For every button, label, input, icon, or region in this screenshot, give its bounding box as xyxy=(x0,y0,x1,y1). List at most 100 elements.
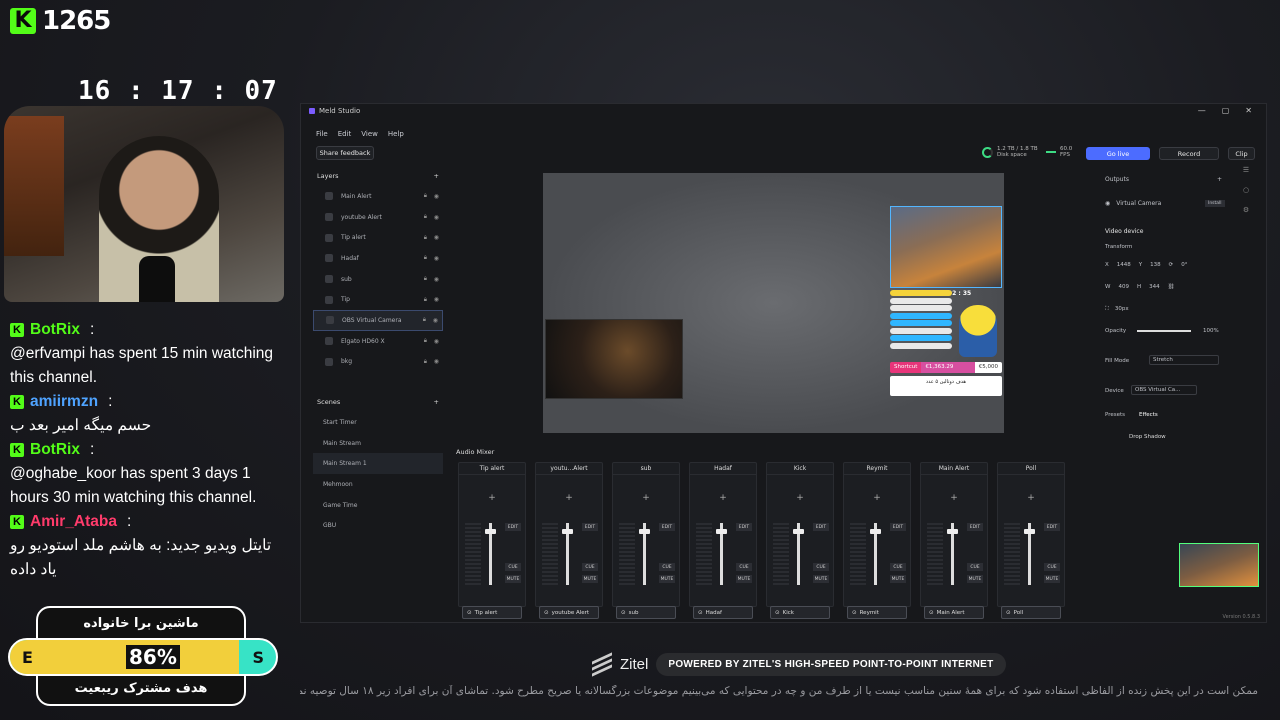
channel-name-dropdown[interactable]: Tip alert xyxy=(459,463,525,475)
lock-icon[interactable]: 🔒︎ xyxy=(424,337,427,345)
menu-view[interactable]: View xyxy=(361,130,378,138)
drop-shadow-effect[interactable]: Drop Shadow xyxy=(1129,434,1166,440)
cue-button[interactable]: CUE xyxy=(505,563,521,571)
cue-button[interactable]: CUE xyxy=(813,563,829,571)
cue-button[interactable]: CUE xyxy=(582,563,598,571)
add-filter-icon[interactable]: + xyxy=(690,493,756,503)
add-output-icon[interactable]: + xyxy=(1217,176,1222,183)
channel-source-button[interactable]: ⊙ Hadaf xyxy=(693,606,753,619)
channel-name-dropdown[interactable]: Poll xyxy=(998,463,1064,475)
mute-button[interactable]: MUTE xyxy=(582,575,598,583)
tab-presets[interactable]: Presets xyxy=(1105,412,1125,418)
game-capture-source[interactable] xyxy=(545,319,683,399)
mute-button[interactable]: MUTE xyxy=(890,575,906,583)
visibility-icon[interactable]: ◉ xyxy=(434,255,439,262)
channel-name-dropdown[interactable]: youtu...Alert xyxy=(536,463,602,475)
width-field[interactable]: 409 xyxy=(1118,284,1129,290)
volume-slider-handle[interactable] xyxy=(562,529,573,534)
mute-button[interactable]: MUTE xyxy=(1044,575,1060,583)
rotation-field[interactable]: 0° xyxy=(1181,262,1187,268)
visibility-icon[interactable]: ◉ xyxy=(434,214,439,221)
opacity-slider[interactable] xyxy=(1137,330,1191,332)
preview-canvas[interactable]: 25 : 02 : 35 Shortcut €1,363.29 €5,000 ه… xyxy=(543,173,1004,433)
scene-row[interactable]: Game Time xyxy=(313,495,443,516)
cue-button[interactable]: CUE xyxy=(967,563,983,571)
x-field[interactable]: 1448 xyxy=(1117,262,1131,268)
add-filter-icon[interactable]: + xyxy=(613,493,679,503)
maximize-icon[interactable]: ▢ xyxy=(1222,106,1230,115)
virtual-camera-output[interactable]: ◉ Virtual Camera xyxy=(1105,200,1161,207)
lock-icon[interactable]: 🔒︎ xyxy=(423,316,426,324)
menu-edit[interactable]: Edit xyxy=(338,130,352,138)
lock-icon[interactable]: 🔒︎ xyxy=(424,275,427,283)
cue-button[interactable]: CUE xyxy=(1044,563,1060,571)
lock-icon[interactable]: 🔒︎ xyxy=(424,192,427,200)
fill-mode-select[interactable]: Stretch xyxy=(1149,355,1219,365)
chat-username[interactable]: amiirmzn xyxy=(30,390,98,414)
edit-button[interactable]: EDIT xyxy=(736,523,752,531)
volume-slider-handle[interactable] xyxy=(947,529,958,534)
channel-source-button[interactable]: ⊙ youtube Alert xyxy=(539,606,599,619)
lock-icon[interactable]: 🔒︎ xyxy=(424,296,427,304)
channel-name-dropdown[interactable]: Main Alert xyxy=(921,463,987,475)
layer-row[interactable]: Elgato HD60 X 🔒︎ ◉ xyxy=(313,331,443,352)
edit-button[interactable]: EDIT xyxy=(890,523,906,531)
channel-name-dropdown[interactable]: Reymit xyxy=(844,463,910,475)
channel-name-dropdown[interactable]: Hadaf xyxy=(690,463,756,475)
close-icon[interactable]: ✕ xyxy=(1245,106,1252,115)
layer-row[interactable]: sub 🔒︎ ◉ xyxy=(313,269,443,290)
scene-row[interactable]: Main Stream xyxy=(313,433,443,454)
link-icon[interactable]: ⛓ xyxy=(1168,284,1175,290)
corner-radius-field[interactable]: 30px xyxy=(1115,306,1129,313)
visibility-icon[interactable]: ◉ xyxy=(433,317,438,324)
menu-help[interactable]: Help xyxy=(388,130,404,138)
tab-effects[interactable]: Effects xyxy=(1139,412,1158,418)
volume-slider-handle[interactable] xyxy=(639,529,650,534)
height-field[interactable]: 344 xyxy=(1149,284,1160,290)
chat-username[interactable]: BotRix xyxy=(30,318,80,342)
volume-slider-handle[interactable] xyxy=(793,529,804,534)
scene-row[interactable]: GBU xyxy=(313,515,443,536)
cue-button[interactable]: CUE xyxy=(736,563,752,571)
settings-rail-icon[interactable]: ⚙ xyxy=(1243,206,1249,214)
visibility-icon[interactable]: ◉ xyxy=(434,193,439,200)
scene-row[interactable]: Start Timer xyxy=(313,412,443,433)
output-rail-icon[interactable]: ○ xyxy=(1243,186,1249,194)
lock-icon[interactable]: 🔒︎ xyxy=(424,213,427,221)
layer-row[interactable]: OBS Virtual Camera 🔒︎ ◉ xyxy=(313,310,443,331)
volume-slider-handle[interactable] xyxy=(716,529,727,534)
scene-row[interactable]: Mehmoon xyxy=(313,474,443,495)
layer-row[interactable]: bkg 🔒︎ ◉ xyxy=(313,352,443,373)
add-filter-icon[interactable]: + xyxy=(998,493,1064,503)
channel-name-dropdown[interactable]: Kick xyxy=(767,463,833,475)
channel-name-dropdown[interactable]: sub xyxy=(613,463,679,475)
mute-button[interactable]: MUTE xyxy=(659,575,675,583)
properties-rail-icon[interactable]: ☰ xyxy=(1243,166,1249,174)
visibility-icon[interactable]: ◉ xyxy=(434,358,439,365)
clip-button[interactable]: Clip xyxy=(1228,147,1255,160)
layer-row[interactable]: youtube Alert 🔒︎ ◉ xyxy=(313,207,443,228)
cue-button[interactable]: CUE xyxy=(659,563,675,571)
record-button[interactable]: Record xyxy=(1159,147,1219,160)
edit-button[interactable]: EDIT xyxy=(813,523,829,531)
y-field[interactable]: 138 xyxy=(1150,262,1161,268)
add-scene-icon[interactable]: + xyxy=(434,398,439,406)
add-filter-icon[interactable]: + xyxy=(921,493,987,503)
channel-source-button[interactable]: ⊙ Kick xyxy=(770,606,830,619)
mute-button[interactable]: MUTE xyxy=(813,575,829,583)
visibility-icon[interactable]: ◉ xyxy=(434,296,439,303)
lock-icon[interactable]: 🔒︎ xyxy=(424,254,427,262)
install-button[interactable]: Install xyxy=(1205,200,1225,207)
channel-source-button[interactable]: ⊙ Tip alert xyxy=(462,606,522,619)
lock-icon[interactable]: 🔒︎ xyxy=(424,358,427,366)
layer-row[interactable]: Hadaf 🔒︎ ◉ xyxy=(313,248,443,269)
add-filter-icon[interactable]: + xyxy=(536,493,602,503)
add-filter-icon[interactable]: + xyxy=(767,493,833,503)
channel-source-button[interactable]: ⊙ Poll xyxy=(1001,606,1061,619)
add-layer-icon[interactable]: + xyxy=(434,172,439,180)
edit-button[interactable]: EDIT xyxy=(659,523,675,531)
volume-slider-handle[interactable] xyxy=(1024,529,1035,534)
device-select[interactable]: OBS Virtual Ca... xyxy=(1131,385,1197,395)
chat-username[interactable]: Amir_Ataba xyxy=(30,510,117,534)
virtual-camera-source[interactable] xyxy=(890,206,1002,288)
